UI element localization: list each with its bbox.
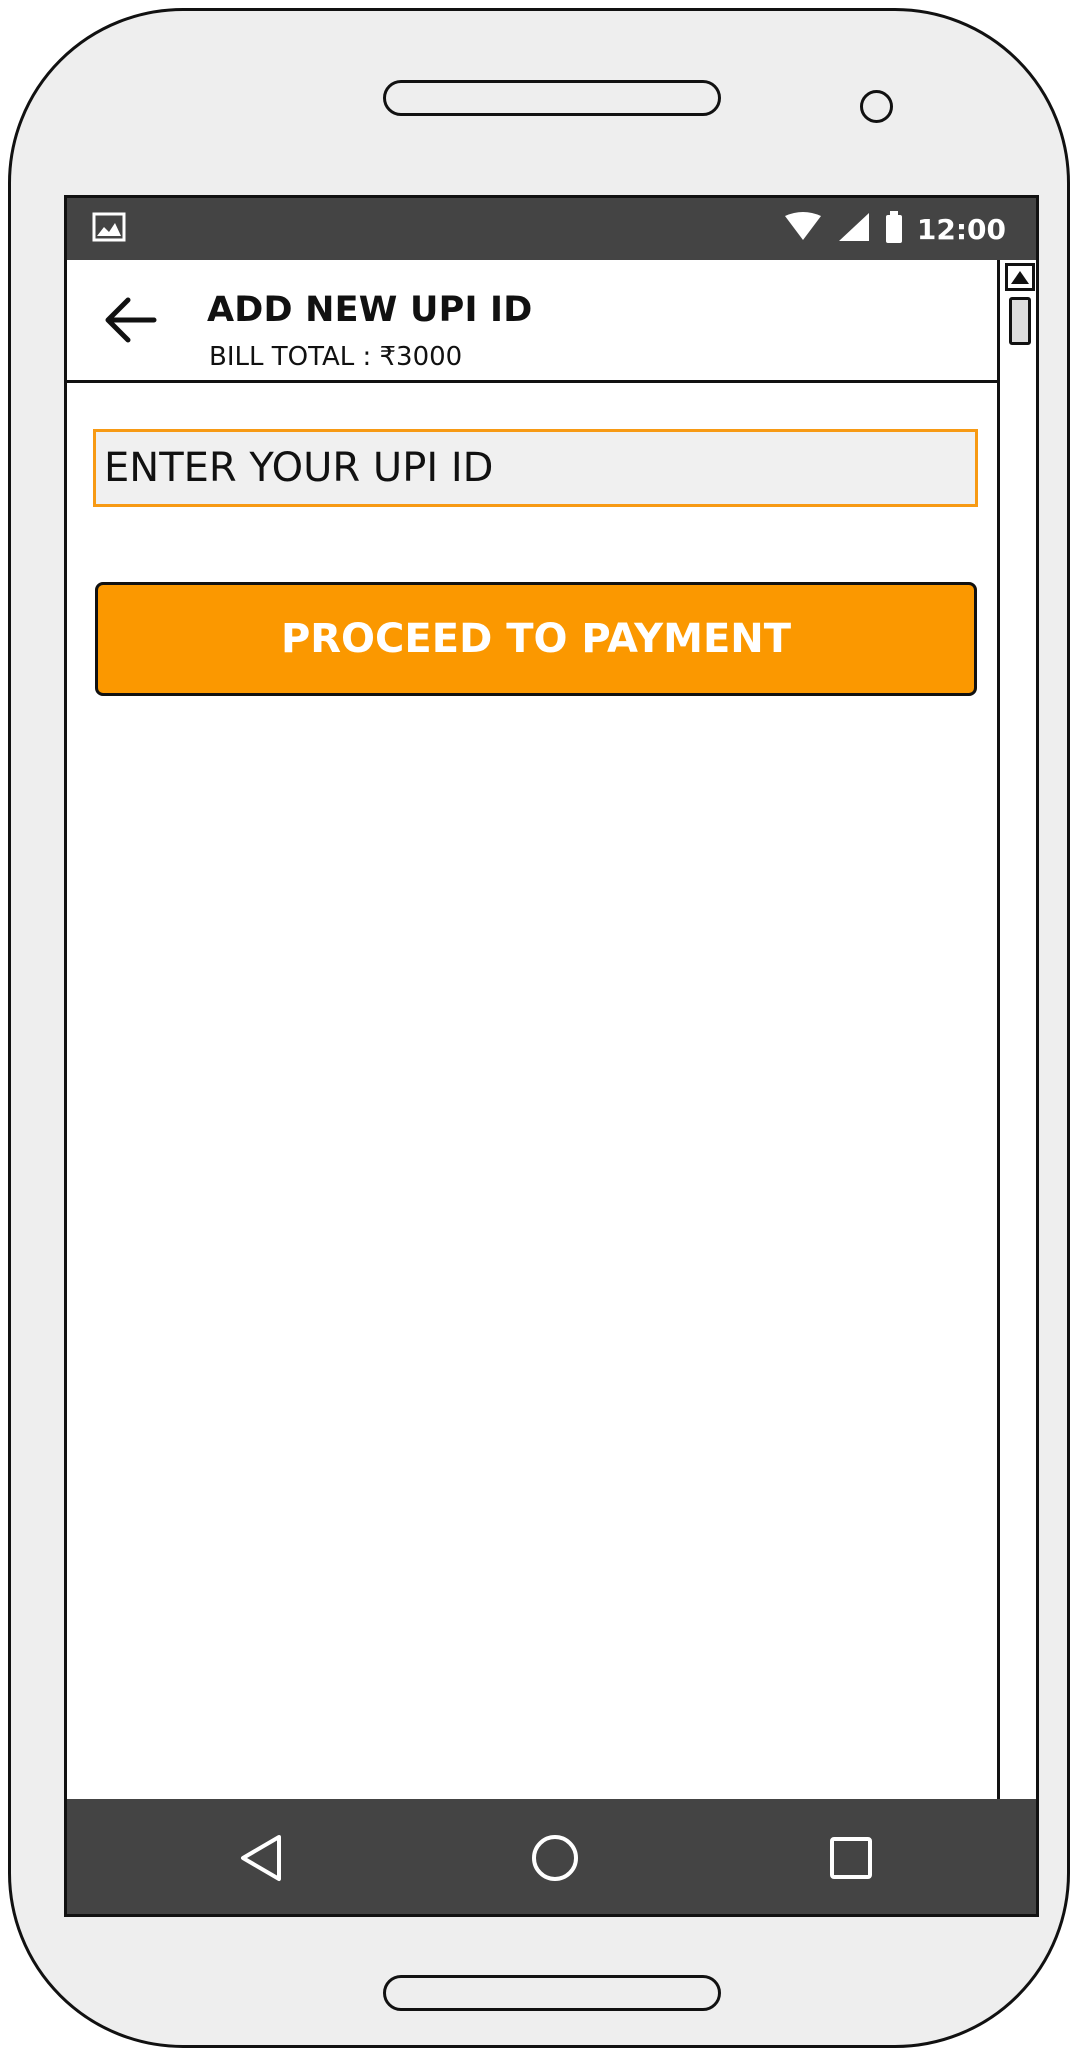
earpiece-speaker bbox=[383, 80, 721, 116]
scrollbar[interactable] bbox=[997, 260, 1036, 1799]
front-camera bbox=[860, 90, 893, 123]
bill-total: BILL TOTAL : ₹3000 bbox=[209, 342, 463, 372]
scroll-thumb[interactable] bbox=[1009, 297, 1031, 345]
bottom-speaker bbox=[383, 1975, 721, 2011]
app-header: ADD NEW UPI ID BILL TOTAL : ₹3000 bbox=[67, 260, 997, 383]
status-time: 12:00 bbox=[916, 212, 1006, 246]
navigation-bar bbox=[67, 1799, 1036, 1914]
scroll-up-button[interactable] bbox=[1005, 263, 1035, 291]
phone-screen: 12:00 ADD NEW UPI ID BILL TOTAL : ₹3000 … bbox=[64, 195, 1039, 1917]
back-triangle-icon[interactable] bbox=[235, 1831, 289, 1885]
arrow-left-icon[interactable] bbox=[102, 292, 158, 348]
status-icons: 12:00 bbox=[783, 198, 1006, 260]
page-title: ADD NEW UPI ID bbox=[207, 290, 533, 330]
phone-frame: 12:00 ADD NEW UPI ID BILL TOTAL : ₹3000 … bbox=[8, 8, 1070, 2048]
wifi-icon bbox=[783, 212, 823, 246]
signal-icon bbox=[837, 211, 871, 247]
battery-icon bbox=[885, 211, 903, 247]
status-bar: 12:00 bbox=[67, 198, 1036, 260]
image-icon bbox=[92, 212, 126, 246]
recents-square-icon[interactable] bbox=[824, 1831, 878, 1885]
proceed-to-payment-button[interactable]: PROCEED TO PAYMENT bbox=[95, 582, 977, 696]
home-circle-icon[interactable] bbox=[528, 1831, 582, 1885]
upi-id-input[interactable] bbox=[93, 429, 978, 507]
